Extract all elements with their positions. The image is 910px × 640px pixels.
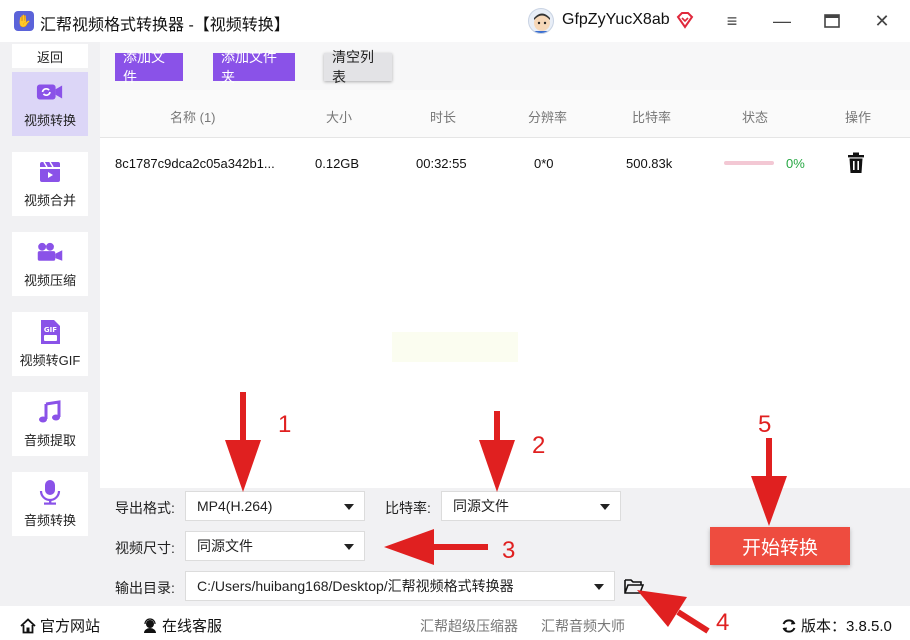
svg-text:GIF: GIF xyxy=(44,326,57,334)
file-table: 名称 (1) 大小 时长 分辨率 比特率 状态 操作 8c1787c9dca2c… xyxy=(100,90,910,488)
column-header-bitrate[interactable]: 比特率 xyxy=(632,107,671,126)
size-label: 视频尺寸: xyxy=(115,540,175,556)
bitrate-value: 同源文件 xyxy=(453,498,509,514)
file-name: 8c1787c9dca2c05a342b1... xyxy=(115,156,275,171)
audio-master-link[interactable]: 汇帮音频大师 xyxy=(541,616,625,636)
format-value: MP4(H.264) xyxy=(197,498,273,514)
back-button[interactable]: 返回 xyxy=(12,44,88,68)
start-convert-button[interactable]: 开始转换 xyxy=(710,527,850,565)
user-avatar[interactable] xyxy=(528,8,554,34)
file-bitrate: 500.83k xyxy=(626,156,673,171)
sidebar-item-label: 音频转换 xyxy=(23,512,76,528)
folder-open-icon[interactable] xyxy=(624,577,645,595)
table-row[interactable]: 8c1787c9dca2c05a342b1... 0.12GB 00:32:55… xyxy=(100,140,910,188)
sidebar-item-video-compress[interactable]: 视频压缩 xyxy=(12,232,88,296)
sidebar-item-label: 视频转换 xyxy=(23,112,76,128)
video-convert-icon xyxy=(36,80,64,104)
menu-icon[interactable]: ≡ xyxy=(718,8,746,34)
maximize-icon[interactable] xyxy=(818,8,846,34)
microphone-icon xyxy=(36,479,64,505)
gif-icon: GIF xyxy=(36,319,64,344)
trash-icon[interactable] xyxy=(846,152,866,174)
music-note-icon xyxy=(36,399,64,424)
title-bar: ✋ 汇帮视频格式转换器 -【视频转换】 GfpZyYucX8ab ≡ — ✕ xyxy=(0,0,910,42)
toolbar: 添加文件 添加文件夹 清空列表 xyxy=(100,42,910,90)
sidebar: 返回 视频转换 视频合并 视频压缩 GIF 视频转GIF 音频提取 音频转换 xyxy=(0,42,100,606)
sidebar-item-video-merge[interactable]: 视频合并 xyxy=(12,152,88,216)
sidebar-item-label: 视频压缩 xyxy=(23,272,76,288)
username[interactable]: GfpZyYucX8ab xyxy=(562,11,670,29)
refresh-icon xyxy=(782,618,796,633)
vip-diamond-icon[interactable] xyxy=(676,11,694,29)
official-website-link[interactable]: 官方网站 xyxy=(20,615,100,636)
chevron-down-icon xyxy=(594,584,604,590)
version-label: 版本：3.8.5.0 xyxy=(801,618,892,635)
annotation-number-1: 1 xyxy=(278,411,292,438)
online-support-link[interactable]: 在线客服 xyxy=(142,615,222,636)
add-folder-button[interactable]: 添加文件夹 xyxy=(213,49,295,85)
minimize-icon[interactable]: — xyxy=(768,8,796,34)
bitrate-select[interactable]: 同源文件 xyxy=(441,491,621,521)
official-website-label: 官方网站 xyxy=(40,618,101,635)
annotation-number-5: 5 xyxy=(758,411,772,438)
size-value: 同源文件 xyxy=(197,538,253,554)
sidebar-item-video-gif[interactable]: GIF 视频转GIF xyxy=(12,312,88,376)
file-duration: 00:32:55 xyxy=(416,156,467,171)
column-header-action: 操作 xyxy=(845,110,872,125)
table-header: 名称 (1) 大小 时长 分辨率 比特率 状态 操作 xyxy=(100,90,910,138)
column-header-duration[interactable]: 时长 xyxy=(430,107,456,126)
format-label: 导出格式: xyxy=(115,500,175,516)
close-icon[interactable]: ✕ xyxy=(868,8,896,34)
clear-list-button[interactable]: 清空列表 xyxy=(324,49,392,85)
format-select[interactable]: MP4(H.264) xyxy=(185,491,365,521)
annotation-number-4: 4 xyxy=(716,609,730,636)
output-dir-select[interactable]: C:/Users/huibang168/Desktop/汇帮视频格式转换器 xyxy=(185,571,615,601)
app-window: ✋ 汇帮视频格式转换器 -【视频转换】 GfpZyYucX8ab ≡ — ✕ 返… xyxy=(0,0,910,640)
output-label: 输出目录: xyxy=(115,580,175,596)
chevron-down-icon xyxy=(600,504,610,510)
status-bar: 官方网站 在线客服 汇帮超级压缩器 汇帮音频大师 版本：3.8.5.0 xyxy=(0,606,910,640)
progress-bar xyxy=(724,161,774,165)
file-resolution: 0*0 xyxy=(534,156,554,171)
column-header-name[interactable]: 名称 (1) xyxy=(170,107,216,126)
column-header-resolution[interactable]: 分辨率 xyxy=(528,107,567,126)
sidebar-item-label: 视频转GIF xyxy=(19,352,81,368)
online-support-label: 在线客服 xyxy=(162,618,223,635)
file-size: 0.12GB xyxy=(315,156,360,171)
column-header-status: 状态 xyxy=(742,110,769,125)
sidebar-item-label: 视频合并 xyxy=(23,192,76,208)
progress-percent: 0% xyxy=(786,156,805,171)
bitrate-label: 比特率: xyxy=(385,500,431,516)
window-title: 汇帮视频格式转换器 -【视频转换】 xyxy=(40,17,290,34)
annotation-number-2: 2 xyxy=(532,432,546,459)
chevron-down-icon xyxy=(344,544,354,550)
sidebar-item-video-convert[interactable]: 视频转换 xyxy=(12,72,88,136)
app-logo-icon: ✋ xyxy=(14,11,34,31)
home-icon xyxy=(20,617,36,633)
chevron-down-icon xyxy=(344,504,354,510)
support-agent-icon xyxy=(144,617,156,633)
add-file-button[interactable]: 添加文件 xyxy=(115,49,183,85)
sidebar-item-audio-extract[interactable]: 音频提取 xyxy=(12,392,88,456)
output-dir-value: C:/Users/huibang168/Desktop/汇帮视频格式转换器 xyxy=(197,578,514,594)
size-select[interactable]: 同源文件 xyxy=(185,531,365,561)
empty-placeholder xyxy=(392,332,518,362)
video-merge-icon xyxy=(36,160,64,184)
column-header-size[interactable]: 大小 xyxy=(326,107,352,126)
super-compressor-link[interactable]: 汇帮超级压缩器 xyxy=(420,616,518,636)
version-info[interactable]: 版本：3.8.5.0 xyxy=(781,615,892,636)
video-compress-icon xyxy=(36,240,64,264)
sidebar-item-label: 音频提取 xyxy=(23,432,76,448)
sidebar-item-audio-convert[interactable]: 音频转换 xyxy=(12,472,88,536)
annotation-number-3: 3 xyxy=(502,537,516,564)
